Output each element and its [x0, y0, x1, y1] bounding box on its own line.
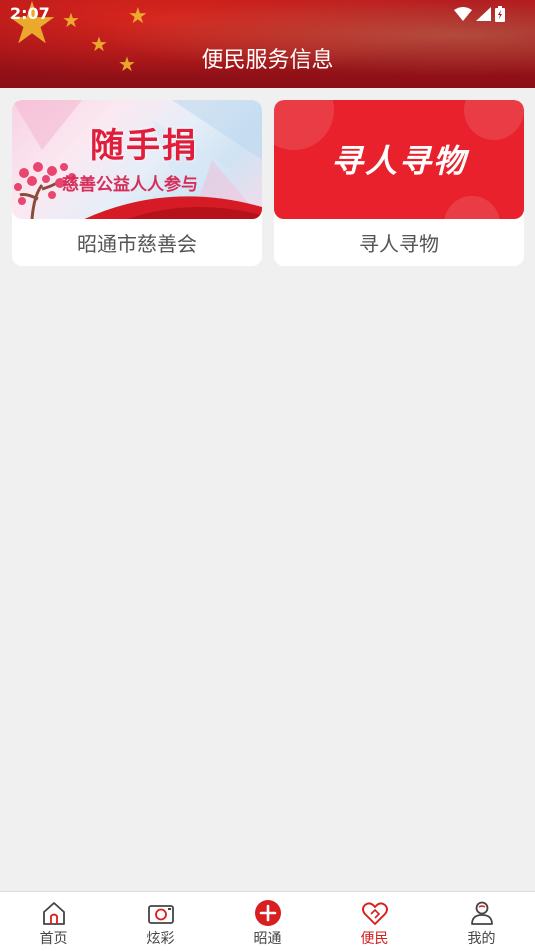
decor-circle [444, 196, 500, 219]
card-lost-found[interactable]: 寻人寻物 寻人寻物 [274, 100, 524, 266]
tab-label: 便民 [360, 931, 389, 947]
charity-banner: 随手捐 慈善公益人人参与 [12, 100, 262, 219]
tab-convenience[interactable]: 便民 [321, 892, 428, 951]
status-time: 2:07 [10, 4, 50, 23]
service-cards: 随手捐 慈善公益人人参与 昭通市慈善会 寻人寻物 寻人寻物 [12, 100, 524, 266]
ribbon-graphic [84, 196, 262, 219]
status-bar: 2:07 [0, 0, 535, 28]
header: ★ ★ ★ ★ ★ 2:07 便民服务信息 [0, 0, 535, 88]
tab-mine[interactable]: 我的 [428, 892, 535, 951]
card-charity[interactable]: 随手捐 慈善公益人人参与 昭通市慈善会 [12, 100, 262, 266]
card-label: 昭通市慈善会 [77, 232, 197, 256]
charity-banner-title: 随手捐 [90, 126, 198, 166]
signal-icon [476, 7, 491, 21]
lost-found-banner-title: 寻人寻物 [330, 142, 467, 180]
heart-hand-icon [361, 902, 388, 925]
battery-icon [495, 6, 505, 22]
page-title: 便民服务信息 [201, 48, 334, 73]
tab-label: 昭通 [253, 931, 282, 947]
decor-circle [464, 100, 524, 140]
tab-home[interactable]: 首页 [0, 892, 107, 951]
lost-found-banner: 寻人寻物 [274, 100, 524, 219]
camera-icon [147, 905, 174, 924]
plus-circle-icon [254, 900, 281, 926]
tab-label: 炫彩 [146, 931, 175, 947]
tab-label: 首页 [39, 931, 68, 947]
card-label: 寻人寻物 [359, 232, 439, 256]
user-icon [470, 901, 493, 925]
tab-zhaotong[interactable]: 昭通 [214, 892, 321, 951]
tab-colorful[interactable]: 炫彩 [107, 892, 214, 951]
bottom-tabbar: 首页 炫彩 昭通 便民 我的 [0, 891, 535, 951]
wifi-icon [454, 7, 472, 21]
home-icon [42, 902, 65, 925]
tab-label: 我的 [467, 931, 496, 947]
